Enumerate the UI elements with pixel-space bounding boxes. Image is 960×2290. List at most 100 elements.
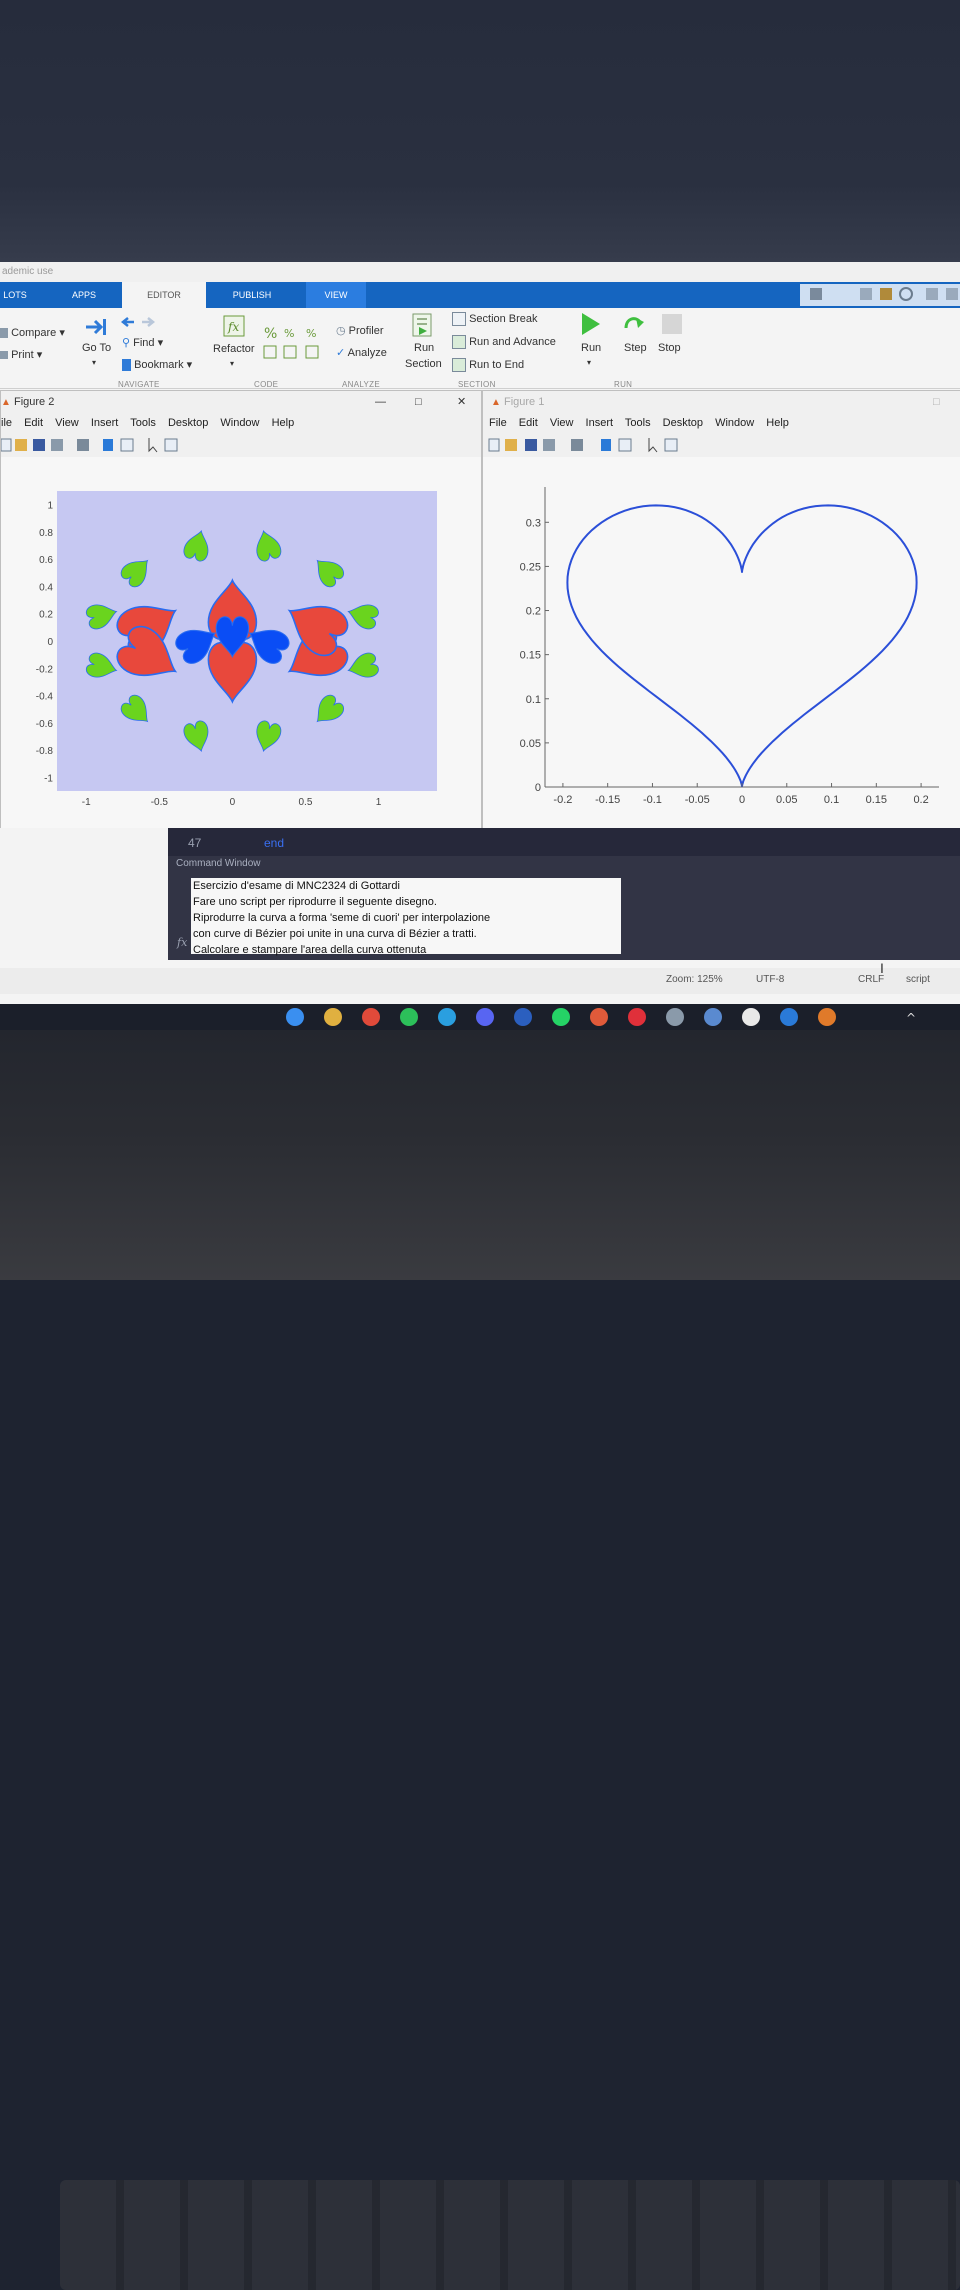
menu-insert[interactable]: Insert	[586, 417, 614, 429]
go-to-icon	[86, 319, 106, 335]
word-icon[interactable]	[514, 1008, 532, 1026]
app-icon[interactable]	[704, 1008, 722, 1026]
quick-access-icons[interactable]	[800, 284, 960, 306]
back-forward-icon[interactable]	[120, 314, 160, 330]
menu-window[interactable]: Window	[220, 417, 259, 429]
chrome-icon[interactable]	[362, 1008, 380, 1026]
bookmark-button[interactable]: Bookmark ▾	[122, 358, 192, 372]
matlab-icon[interactable]	[818, 1008, 836, 1026]
window-title: ademic use	[0, 262, 960, 282]
menu-edit[interactable]: Edit	[24, 417, 43, 429]
compare-button[interactable]: Compare ▾	[0, 326, 65, 339]
chevron-up-icon[interactable]: ^	[906, 1011, 916, 1025]
go-to-dropdown-icon[interactable]: ▾	[92, 358, 96, 367]
menu-window[interactable]: Window	[715, 417, 754, 429]
matlab-figure-icon: ▲	[1, 397, 11, 408]
figure-2-canvas: 1 0.8 0.6 0.4 0.2 0 -0.2 -0.4 -0.6 -0.8 -1 -1 -0.5 0 0…	[1, 457, 481, 829]
x-tick-label: -0.2	[553, 794, 572, 806]
profiler-button[interactable]: ◷ Profiler	[336, 324, 384, 337]
code-tools-icons[interactable]: % % %	[262, 324, 324, 360]
stop-button[interactable]: Stop	[658, 342, 681, 354]
menu-view[interactable]: View	[550, 417, 574, 429]
output-line: Calcolare e stampare l'area della curva …	[193, 944, 427, 956]
run-and-advance-label: Run and Advance	[469, 335, 556, 348]
telegram-icon[interactable]	[438, 1008, 456, 1026]
maximize-icon[interactable]: □	[933, 391, 940, 413]
go-to-button[interactable]: Go To	[82, 342, 111, 354]
y-tick-label: 0.2	[526, 606, 541, 618]
analyze-button[interactable]: ✓ Analyze	[336, 346, 387, 359]
menu-tools[interactable]: Tools	[130, 417, 156, 429]
ribbon-tabbar: LOTS APPS EDITOR PUBLISH VIEW	[0, 282, 960, 308]
svg-text:%: %	[306, 327, 316, 340]
windows-taskbar: ^	[0, 1004, 960, 1030]
menu-help[interactable]: Help	[766, 417, 789, 429]
spotify-icon[interactable]	[400, 1008, 418, 1026]
print-button[interactable]: Print ▾	[0, 348, 42, 361]
app-icon[interactable]	[590, 1008, 608, 1026]
menu-insert[interactable]: Insert	[91, 417, 119, 429]
figure-1-title: Figure 1	[503, 396, 545, 408]
command-window-output[interactable]: Esercizio d'esame di MNC2324 di Gottardi…	[191, 878, 621, 956]
y-tick-label: -0.4	[36, 692, 54, 703]
figure-1-toolbar[interactable]	[483, 435, 960, 455]
notion-icon[interactable]	[742, 1008, 760, 1026]
menu-file[interactable]: ile	[1, 417, 12, 429]
menu-view[interactable]: View	[55, 417, 79, 429]
menu-edit[interactable]: Edit	[519, 417, 538, 429]
run-to-end-button[interactable]: Run to End	[452, 358, 524, 372]
tab-view[interactable]: VIEW	[306, 282, 366, 308]
search-icon: ⚲	[122, 337, 131, 349]
compare-label: Compare	[11, 327, 57, 339]
menu-desktop[interactable]: Desktop	[168, 417, 208, 429]
refactor-dropdown-icon[interactable]: ▾	[230, 359, 234, 368]
run-to-end-label: Run to End	[469, 358, 525, 371]
fx-prompt-icon[interactable]: fx	[177, 936, 187, 949]
run-button[interactable]: Run	[581, 342, 601, 354]
output-line: Riprodurre la curva a forma 'seme di cuo…	[193, 912, 491, 924]
app-icon[interactable]	[666, 1008, 684, 1026]
menu-help[interactable]: Help	[272, 417, 295, 429]
x-tick-label: -0.15	[595, 794, 620, 806]
analyze-label: Analyze	[347, 347, 387, 359]
tab-apps[interactable]: APPS	[58, 282, 110, 308]
output-line: Esercizio d'esame di MNC2324 di Gottardi	[193, 880, 400, 892]
figure-2-toolbar[interactable]	[1, 435, 481, 455]
section-break-button[interactable]: Section Break	[452, 312, 538, 326]
menu-tools[interactable]: Tools	[625, 417, 651, 429]
section-navigate: NAVIGATE	[118, 380, 160, 389]
code-keyword-end: end	[264, 836, 285, 850]
refactor-button[interactable]: Refactor	[213, 343, 255, 355]
taskbar-icons[interactable]: ^	[0, 1004, 960, 1030]
menu-file[interactable]: File	[489, 417, 507, 429]
tab-plots[interactable]: LOTS	[0, 282, 30, 308]
stop-icon	[662, 314, 682, 334]
y-tick-label: 0.2	[39, 610, 53, 621]
opera-icon[interactable]	[628, 1008, 646, 1026]
file-explorer-icon[interactable]	[324, 1008, 342, 1026]
run-section-button[interactable]: Run	[414, 342, 434, 354]
output-line: Fare uno script per riprodurre il seguen…	[193, 896, 437, 908]
windows-icon[interactable]	[286, 1008, 304, 1026]
profiler-label: Profiler	[348, 325, 384, 337]
close-icon[interactable]: ✕	[457, 391, 466, 413]
y-tick-label: -0.2	[36, 664, 54, 675]
step-button[interactable]: Step	[624, 342, 647, 354]
discord-icon[interactable]	[476, 1008, 494, 1026]
tab-publish[interactable]: PUBLISH	[222, 282, 282, 308]
x-tick-label: 0	[739, 794, 745, 806]
laptop-keyboard	[60, 2180, 960, 2290]
vscode-icon[interactable]	[780, 1008, 798, 1026]
tab-editor[interactable]: EDITOR	[122, 282, 206, 308]
minimize-icon[interactable]: —	[375, 391, 386, 413]
whatsapp-icon[interactable]	[552, 1008, 570, 1026]
run-dropdown-icon[interactable]: ▾	[587, 358, 591, 367]
maximize-icon[interactable]: □	[415, 391, 422, 413]
status-filetype: script	[906, 974, 930, 985]
menu-desktop[interactable]: Desktop	[663, 417, 703, 429]
hearts-rosette-plot: 1 0.8 0.6 0.4 0.2 0 -0.2 -0.4 -0.6 -0.8 -1 -1 -0.5 0 0…	[36, 491, 437, 808]
y-tick-label: 0.05	[520, 738, 541, 750]
find-button[interactable]: ⚲ Find ▾	[122, 336, 163, 349]
run-and-advance-button[interactable]: Run and Advance	[452, 335, 556, 349]
status-bar: Zoom: 125% UTF-8 CRLF script I	[0, 960, 960, 994]
